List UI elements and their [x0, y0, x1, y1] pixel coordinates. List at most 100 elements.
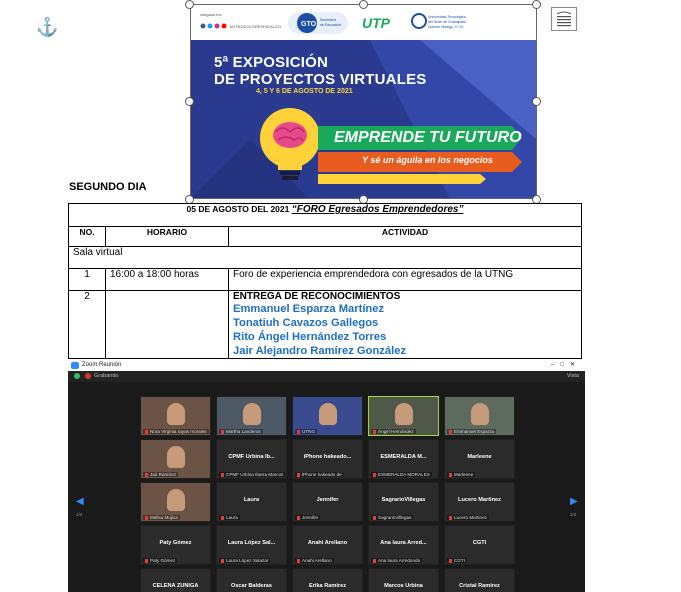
participant-label-text: SagrarioVillegas	[378, 515, 412, 520]
participant-name: Paty Gómez	[159, 540, 192, 546]
participant-label: Nora Virginia rayas morales	[143, 429, 209, 434]
participant-label-text: Anahi Arellano	[302, 558, 332, 563]
muted-mic-icon	[373, 429, 376, 434]
participant-name: Laura López Sal...	[227, 540, 276, 546]
resize-handle-top[interactable]	[359, 0, 368, 9]
muted-mic-icon	[449, 515, 452, 520]
svg-text:Dolores Hidalgo, C.I.N.: Dolores Hidalgo, C.I.N.	[428, 25, 464, 29]
resize-handle-top-left[interactable]	[185, 0, 194, 9]
participant-tile[interactable]: Oscar Balderas	[216, 568, 287, 592]
participant-tile[interactable]: Martha Landeros	[216, 396, 287, 436]
recording-label: Grabando	[94, 373, 119, 379]
banner-image[interactable]: sitúgado.mx #UTNGDOLORESHIDALGO GTO Secr…	[190, 4, 537, 199]
participant-label: iPhone hakeado de	[295, 472, 344, 477]
view-button[interactable]: Vista	[567, 373, 579, 379]
participant-tile[interactable]: Laura López Sal... Laura López Salazar	[216, 525, 287, 565]
row2-horario	[105, 290, 229, 359]
participant-tile[interactable]: UTNG	[292, 396, 363, 436]
resize-handle-left[interactable]	[185, 97, 194, 106]
participant-label-text: Lucero Martinez	[454, 515, 487, 520]
participant-tile[interactable]: CGTI CGTI	[444, 525, 515, 565]
row2-actividad: ENTREGA DE RECONOCIMIENTOS	[233, 291, 401, 302]
table-row: 2 ENTREGA DE RECONOCIMIENTOS Emmanuel Es…	[68, 290, 582, 359]
participant-tile[interactable]: Marcos Urbina	[368, 568, 439, 592]
recognition-name: Rito Ángel Hernández Torres	[233, 331, 387, 343]
participant-label-text: Melisa Mujica	[150, 515, 178, 520]
participant-name: CGTI	[472, 540, 487, 546]
svg-text:sitúgado.mx: sitúgado.mx	[200, 12, 222, 17]
table-header-row: NO. HORARIO ACTIVIDAD	[68, 226, 582, 247]
header-horario: HORARIO	[105, 226, 229, 247]
participant-tile[interactable]: Jair Ramírez	[140, 439, 211, 479]
svg-text:del Norte de Guanajuato: del Norte de Guanajuato	[428, 20, 466, 24]
next-page-icon[interactable]: ▶	[570, 496, 578, 507]
anchor-icon: ⚓	[36, 17, 59, 37]
title-foro: “FORO Egresados Emprendedores”	[291, 204, 464, 215]
participant-tile[interactable]: CPMF Urbina Ib... CPMF Urbina Ibarra Marc…	[216, 439, 287, 479]
participant-label: CPMF Urbina Ibarra Marcos	[219, 472, 286, 477]
participant-name: SagrarioVillegas	[381, 497, 426, 503]
participant-tile[interactable]: Paty Gómez Paty Gómez	[140, 525, 211, 565]
participant-name: ESMERALDA M...	[380, 454, 427, 460]
participant-video	[167, 403, 185, 425]
banner-slogan: EMPRENDE TU FUTURO	[334, 129, 522, 146]
participant-tile[interactable]: SagrarioVillegas SagrarioVillegas	[368, 482, 439, 522]
participant-tile[interactable]: Ana laura Arred... Ana laura Arredondo	[368, 525, 439, 565]
participant-tile[interactable]: Lucero Martinez Lucero Martinez	[444, 482, 515, 522]
participant-label: UTNG	[295, 429, 318, 434]
participant-name: Marleene	[467, 454, 492, 460]
participant-name: Lucero Martinez	[458, 497, 501, 503]
participant-label: SagrarioVillegas	[371, 515, 414, 520]
participant-tile[interactable]: Anahi Arellano Anahi Arellano	[292, 525, 363, 565]
muted-mic-icon	[145, 429, 148, 434]
participant-tile[interactable]: Melisa Mujica	[140, 482, 211, 522]
participant-tile[interactable]: CELENA ZUÑIGA	[140, 568, 211, 592]
participant-tile[interactable]: ESMERALDA M... ESMERALDA MORALES	[368, 439, 439, 479]
participant-video	[167, 489, 185, 511]
participant-name: Oscar Balderas	[230, 583, 273, 589]
participant-tile[interactable]: Jennifer Jennifer	[292, 482, 363, 522]
participant-tile[interactable]: Laura Laura	[216, 482, 287, 522]
muted-mic-icon	[297, 472, 300, 477]
participant-tile[interactable]: Emmanuel Esparza	[444, 396, 515, 436]
muted-mic-icon	[373, 472, 376, 477]
layout-options-icon[interactable]	[551, 7, 577, 31]
participant-name: Laura	[243, 497, 260, 503]
muted-mic-icon	[145, 515, 148, 520]
prev-page-icon[interactable]: ◀	[76, 496, 84, 507]
participant-label: Lucero Martinez	[447, 515, 489, 520]
participant-tile[interactable]: Ángel Hernández	[368, 396, 439, 436]
participant-label-text: CPMF Urbina Ibarra Marcos	[226, 472, 284, 477]
participant-name: CPMF Urbina Ib...	[228, 454, 275, 460]
participant-tile[interactable]: Cristal Ramirez	[444, 568, 515, 592]
participant-label-text: Ángel Hernández	[378, 429, 414, 434]
row1-actividad: Foro de experiencia emprendedora con egr…	[228, 268, 582, 291]
participant-label-text: UTNG	[302, 429, 316, 434]
participant-label-text: Jennifer	[302, 515, 319, 520]
resize-handle-right[interactable]	[532, 97, 541, 106]
muted-mic-icon	[297, 515, 300, 520]
participant-label: Jair Ramírez	[143, 472, 179, 477]
muted-mic-icon	[449, 558, 452, 563]
participant-tile[interactable]: iPhone hakeado... iPhone hakeado de	[292, 439, 363, 479]
participant-tile[interactable]: Erika Ramirez	[292, 568, 363, 592]
row1-horario: 16:00 a 18:00 horas	[105, 268, 229, 291]
participant-name: Anahi Arellano	[307, 540, 348, 546]
muted-mic-icon	[297, 429, 300, 434]
participant-tile[interactable]: Nora Virginia rayas morales	[140, 396, 211, 436]
participant-video	[471, 403, 489, 425]
participant-label: ESMERALDA MORALES	[371, 472, 432, 477]
participant-name: CELENA ZUÑIGA	[152, 583, 199, 589]
banner-tagline: Y sé un águila en los negocios	[362, 155, 493, 165]
participant-label-text: Laura	[226, 515, 238, 520]
participant-label-text: iPhone hakeado de	[302, 472, 342, 477]
section-label: SEGUNDO DIA	[69, 181, 147, 193]
participant-tile[interactable]: Marleene Marleene	[444, 439, 515, 479]
resize-handle-top-right[interactable]	[532, 0, 541, 9]
banner-logo-strip: sitúgado.mx #UTNGDOLORESHIDALGO GTO Secr…	[190, 4, 537, 40]
banner-heading: 5ª EXPOSICIÓN DE PROYECTOS VIRTUALES	[214, 54, 427, 88]
participant-label-text: Paty Gómez	[150, 558, 176, 563]
hashtag-text: #UTNGDOLORESHIDALGO	[230, 24, 281, 29]
zoom-screenshot[interactable]: Zoom Reunión –□✕ Grabando Vista ◀ 1/4 ▶ …	[68, 360, 585, 592]
participant-label: Ana laura Arredondo	[371, 558, 423, 563]
